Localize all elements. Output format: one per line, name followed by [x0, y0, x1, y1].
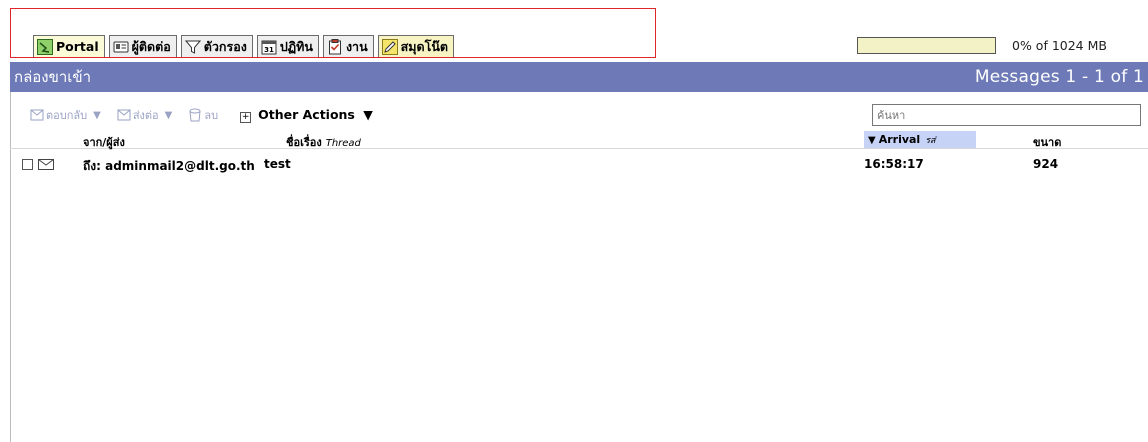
trash-icon: [189, 108, 201, 122]
reply-button[interactable]: ตอบกลับ ▼: [30, 106, 101, 124]
tab-contacts[interactable]: ผู้ติดต่อ: [108, 35, 177, 57]
arrival-sub-label: รส่: [925, 136, 936, 146]
tab-label: Portal: [56, 39, 99, 54]
subject-header-label: ชื่อเรื่อง: [286, 136, 322, 149]
contacts-card-icon: [113, 39, 129, 55]
chevron-down-icon: ▼: [363, 107, 373, 122]
search-input[interactable]: [872, 104, 1141, 126]
sort-desc-icon: ▼: [868, 135, 876, 146]
forward-label: ส่งต่อ: [132, 109, 159, 122]
arrival-header-label: Arrival: [878, 133, 921, 146]
app-tabs: Portal ผู้ติดต่อ ตัวกรอง 31 ปฏิทิน งาน ส…: [33, 35, 454, 57]
delete-button[interactable]: ลบ: [188, 106, 218, 124]
calendar-31-icon: 31: [261, 39, 277, 55]
message-arrival: 16:58:17: [864, 157, 924, 171]
table-row[interactable]: ถึง: adminmail2@dlt.go.th test 16:58:17 …: [10, 156, 1148, 174]
chevron-down-icon: ▼: [93, 109, 101, 121]
column-header-subject[interactable]: ชื่อเรื่อง Thread: [286, 133, 361, 151]
tab-label: งาน: [345, 38, 368, 54]
tab-label: ปฏิทิน: [279, 38, 313, 54]
thread-mode-label[interactable]: Thread: [326, 138, 361, 149]
tab-label: ตัวกรอง: [203, 38, 247, 54]
message-select-checkbox[interactable]: [22, 159, 33, 170]
tab-tasks[interactable]: งาน: [322, 35, 374, 57]
message-size: 924: [1033, 157, 1059, 171]
quota-text: 0% of 1024 MB: [1012, 38, 1107, 53]
expand-plus-icon: +: [240, 112, 252, 123]
message-count: Messages 1 - 1 of 1: [974, 67, 1144, 87]
forward-icon: [117, 109, 131, 121]
tasks-clipboard-icon: [327, 38, 343, 55]
message-subject[interactable]: test: [264, 157, 291, 171]
delete-label: ลบ: [204, 109, 219, 122]
filter-funnel-icon: [184, 39, 201, 55]
folder-titlebar: กล่องขาเข้า Messages 1 - 1 of 1: [10, 62, 1148, 92]
tab-calendar[interactable]: 31 ปฏิทิน: [256, 35, 319, 57]
other-actions-button[interactable]: + Other Actions ▼: [240, 107, 373, 123]
tab-label: สมุดโน๊ต: [400, 38, 448, 54]
reply-label: ตอบกลับ: [46, 109, 88, 122]
message-from[interactable]: ถึง: adminmail2@dlt.go.th: [83, 157, 255, 176]
svg-text:31: 31: [264, 46, 274, 54]
envelope-icon: [38, 159, 54, 170]
column-header-size[interactable]: ขนาด: [1033, 133, 1061, 151]
folder-title: กล่องขาเข้า: [14, 68, 92, 86]
chevron-down-icon: ▼: [164, 109, 173, 121]
forward-button[interactable]: ส่งต่อ ▼: [117, 106, 173, 124]
tab-portal[interactable]: Portal: [33, 35, 105, 57]
column-headers: จาก/ผู้ส่ง ชื่อเรื่อง Thread ▼ Arrival รส่ …: [10, 131, 1148, 149]
quota-bar: [857, 37, 996, 54]
tab-notes[interactable]: สมุดโน๊ต: [377, 35, 454, 57]
column-header-from[interactable]: จาก/ผู้ส่ง: [83, 133, 125, 151]
quota-meter: 0% of 1024 MB: [857, 37, 1107, 54]
column-header-arrival[interactable]: ▼ Arrival รส่: [864, 131, 976, 148]
notes-pencil-icon: [381, 38, 398, 55]
tab-filters[interactable]: ตัวกรอง: [180, 35, 253, 57]
portal-icon: [37, 38, 53, 55]
reply-icon: [30, 109, 44, 121]
tab-label: ผู้ติดต่อ: [131, 38, 171, 54]
other-actions-label: Other Actions: [258, 107, 355, 122]
